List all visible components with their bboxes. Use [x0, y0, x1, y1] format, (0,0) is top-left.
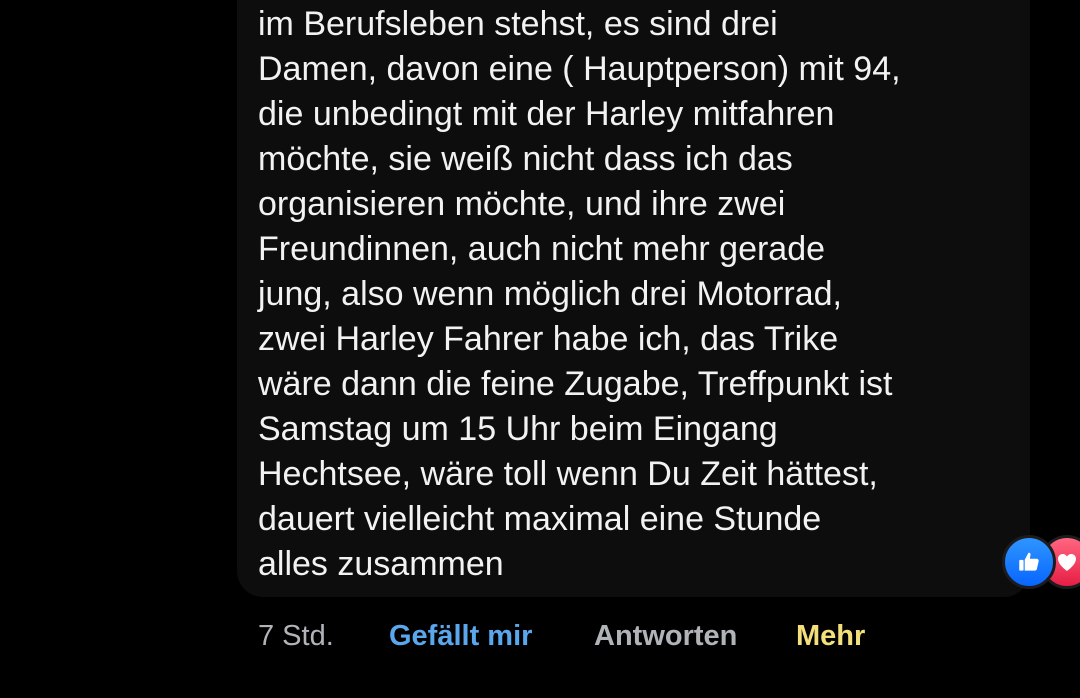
reaction-summary[interactable] — [1002, 535, 1080, 589]
comment-line: die unbedingt mit der Harley mitfahren — [258, 95, 835, 133]
comment-line: möchte, sie weiß nicht dass ich das — [258, 140, 793, 178]
comment-line: dauert vielleicht maximal eine Stunde — [258, 500, 822, 538]
comment-line: Freundinnen, auch nicht mehr gerade — [258, 230, 826, 268]
comment-line: Hechtsee, wäre toll wenn Du Zeit hättest… — [258, 455, 878, 493]
comment-line: zwei Harley Fahrer habe ich, das Trike — [258, 320, 839, 358]
comment-line: Damen, davon eine ( Hauptperson) mit 94, — [258, 50, 901, 88]
comment-text: im Berufsleben stehst, es sind drei Dame… — [258, 2, 1018, 587]
comment-line: Samstag um 15 Uhr beim Eingang — [258, 410, 778, 448]
comment-line: im Berufsleben stehst, es sind drei — [258, 5, 778, 43]
comment-line: alles zusammen — [258, 545, 504, 583]
comment-timestamp[interactable]: 7 Std. — [258, 614, 334, 658]
more-button[interactable]: Mehr — [796, 614, 865, 658]
like-button[interactable]: Gefällt mir — [389, 614, 532, 658]
reply-button[interactable]: Antworten — [594, 614, 737, 658]
comment-line: jung, also wenn möglich drei Motorrad, — [258, 275, 842, 313]
comment-line: wäre dann die feine Zugabe, Treffpunkt i… — [258, 365, 893, 403]
thumbs-up-icon — [1002, 535, 1056, 589]
comment-line: organisieren möchte, und ihre zwei — [258, 185, 786, 223]
